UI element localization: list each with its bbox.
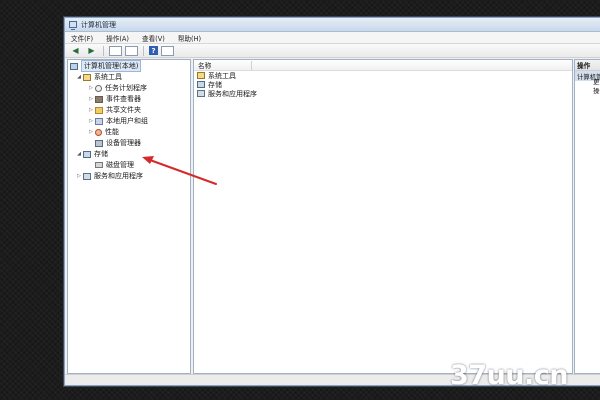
tree-item-disk-management[interactable]: 磁盘管理 (95, 160, 134, 170)
tree-label: 事件查看器 (106, 95, 141, 103)
toolbar: ◀ ▶ ? (65, 44, 600, 58)
show-hide-console-tree-icon[interactable] (109, 45, 122, 56)
computer-icon (70, 62, 78, 70)
tree-label: 性能 (105, 128, 119, 136)
tree-item-services-apps[interactable]: ▷ 服务和应用程序 (76, 171, 143, 181)
expand-icon[interactable]: ▷ (88, 107, 94, 113)
collapse-icon[interactable]: ◢ (76, 151, 82, 157)
tree-item-root[interactable]: 计算机管理(本地) (70, 60, 142, 72)
list-item-label: 服务和应用程序 (208, 89, 257, 98)
column-name-label: 名称 (198, 62, 212, 70)
services-icon (197, 90, 205, 97)
device-manager-icon (95, 139, 103, 147)
tree-label: 共享文件夹 (106, 106, 141, 114)
collapse-icon[interactable]: ◢ (76, 74, 82, 80)
tree-label: 本地用户和组 (106, 117, 148, 125)
menu-help[interactable]: 帮助(H) (178, 33, 201, 43)
shared-folder-icon (95, 106, 103, 114)
watermark-text: 37uu.cn (450, 360, 569, 391)
tree-label: 服务和应用程序 (94, 172, 143, 180)
menu-bar: 文件(F) 操作(A) 查看(V) 帮助(H) (65, 32, 600, 44)
performance-icon (95, 128, 102, 136)
tools-icon (197, 72, 205, 79)
actions-header: 操作 (575, 60, 600, 71)
toolbar-separator (143, 45, 144, 56)
arrow-shaft (149, 159, 217, 185)
window-title: 计算机管理 (81, 20, 116, 29)
menu-view[interactable]: 查看(V) (142, 33, 165, 43)
clock-icon (95, 84, 102, 92)
expand-icon[interactable]: ▷ (88, 85, 94, 91)
services-icon (83, 172, 91, 180)
expand-icon[interactable]: ▷ (88, 118, 94, 124)
tree-label: 任务计划程序 (105, 84, 147, 92)
title-bar: 计算机管理 (65, 18, 600, 32)
storage-icon (83, 150, 91, 158)
expand-icon[interactable]: ▷ (76, 173, 82, 179)
menu-file[interactable]: 文件(F) (71, 33, 93, 43)
users-icon (95, 117, 103, 125)
forward-arrow-icon[interactable]: ▶ (85, 46, 98, 56)
tools-icon (83, 73, 91, 81)
storage-icon (197, 81, 205, 88)
actions-pane: 操作 计算机管理(本地) 更多操作 (574, 59, 600, 374)
tree-label: 系统工具 (94, 73, 122, 81)
more-actions-link[interactable]: 更多操作 (575, 78, 600, 95)
tree-item-shared-folders[interactable]: ▷ 共享文件夹 (88, 105, 141, 115)
tree-item-performance[interactable]: ▷ 性能 (88, 127, 119, 137)
list-item[interactable]: 服务和应用程序 (194, 89, 572, 98)
tree-label: 设备管理器 (106, 139, 141, 147)
help-icon[interactable]: ? (149, 46, 158, 55)
tree-label: 存储 (94, 150, 108, 158)
menu-action[interactable]: 操作(A) (106, 33, 129, 43)
disk-icon (95, 162, 103, 168)
console-tree[interactable]: 计算机管理(本地) ◢ 系统工具 ▷ 任务计划程序 ▷ 事件查看器 ▷ 共享文件… (67, 59, 191, 374)
expand-icon[interactable]: ▷ (88, 96, 94, 102)
annotation-arrow (142, 156, 217, 185)
computer-management-icon (69, 21, 77, 30)
tree-label: 计算机管理(本地) (81, 60, 142, 72)
tree-item-system-tools[interactable]: ◢ 系统工具 (76, 72, 122, 82)
toolbar-separator (103, 45, 104, 56)
properties-icon[interactable] (125, 45, 138, 56)
tree-item-device-manager[interactable]: 设备管理器 (95, 138, 141, 148)
show-hide-action-pane-icon[interactable] (161, 45, 174, 56)
back-arrow-icon[interactable]: ◀ (69, 46, 82, 56)
column-header-name[interactable]: 名称 (194, 60, 572, 71)
column-separator[interactable] (251, 60, 253, 70)
list-item[interactable]: 系统工具 (194, 71, 572, 80)
tree-label: 磁盘管理 (106, 161, 134, 169)
tree-item-event-viewer[interactable]: ▷ 事件查看器 (88, 94, 141, 104)
watermark-logo-icon (510, 326, 552, 346)
tree-item-local-users[interactable]: ▷ 本地用户和组 (88, 116, 148, 126)
tree-item-storage[interactable]: ◢ 存储 (76, 149, 108, 159)
expand-icon[interactable]: ▷ (88, 129, 94, 135)
tree-item-task-scheduler[interactable]: ▷ 任务计划程序 (88, 83, 147, 93)
event-viewer-icon (95, 95, 103, 103)
